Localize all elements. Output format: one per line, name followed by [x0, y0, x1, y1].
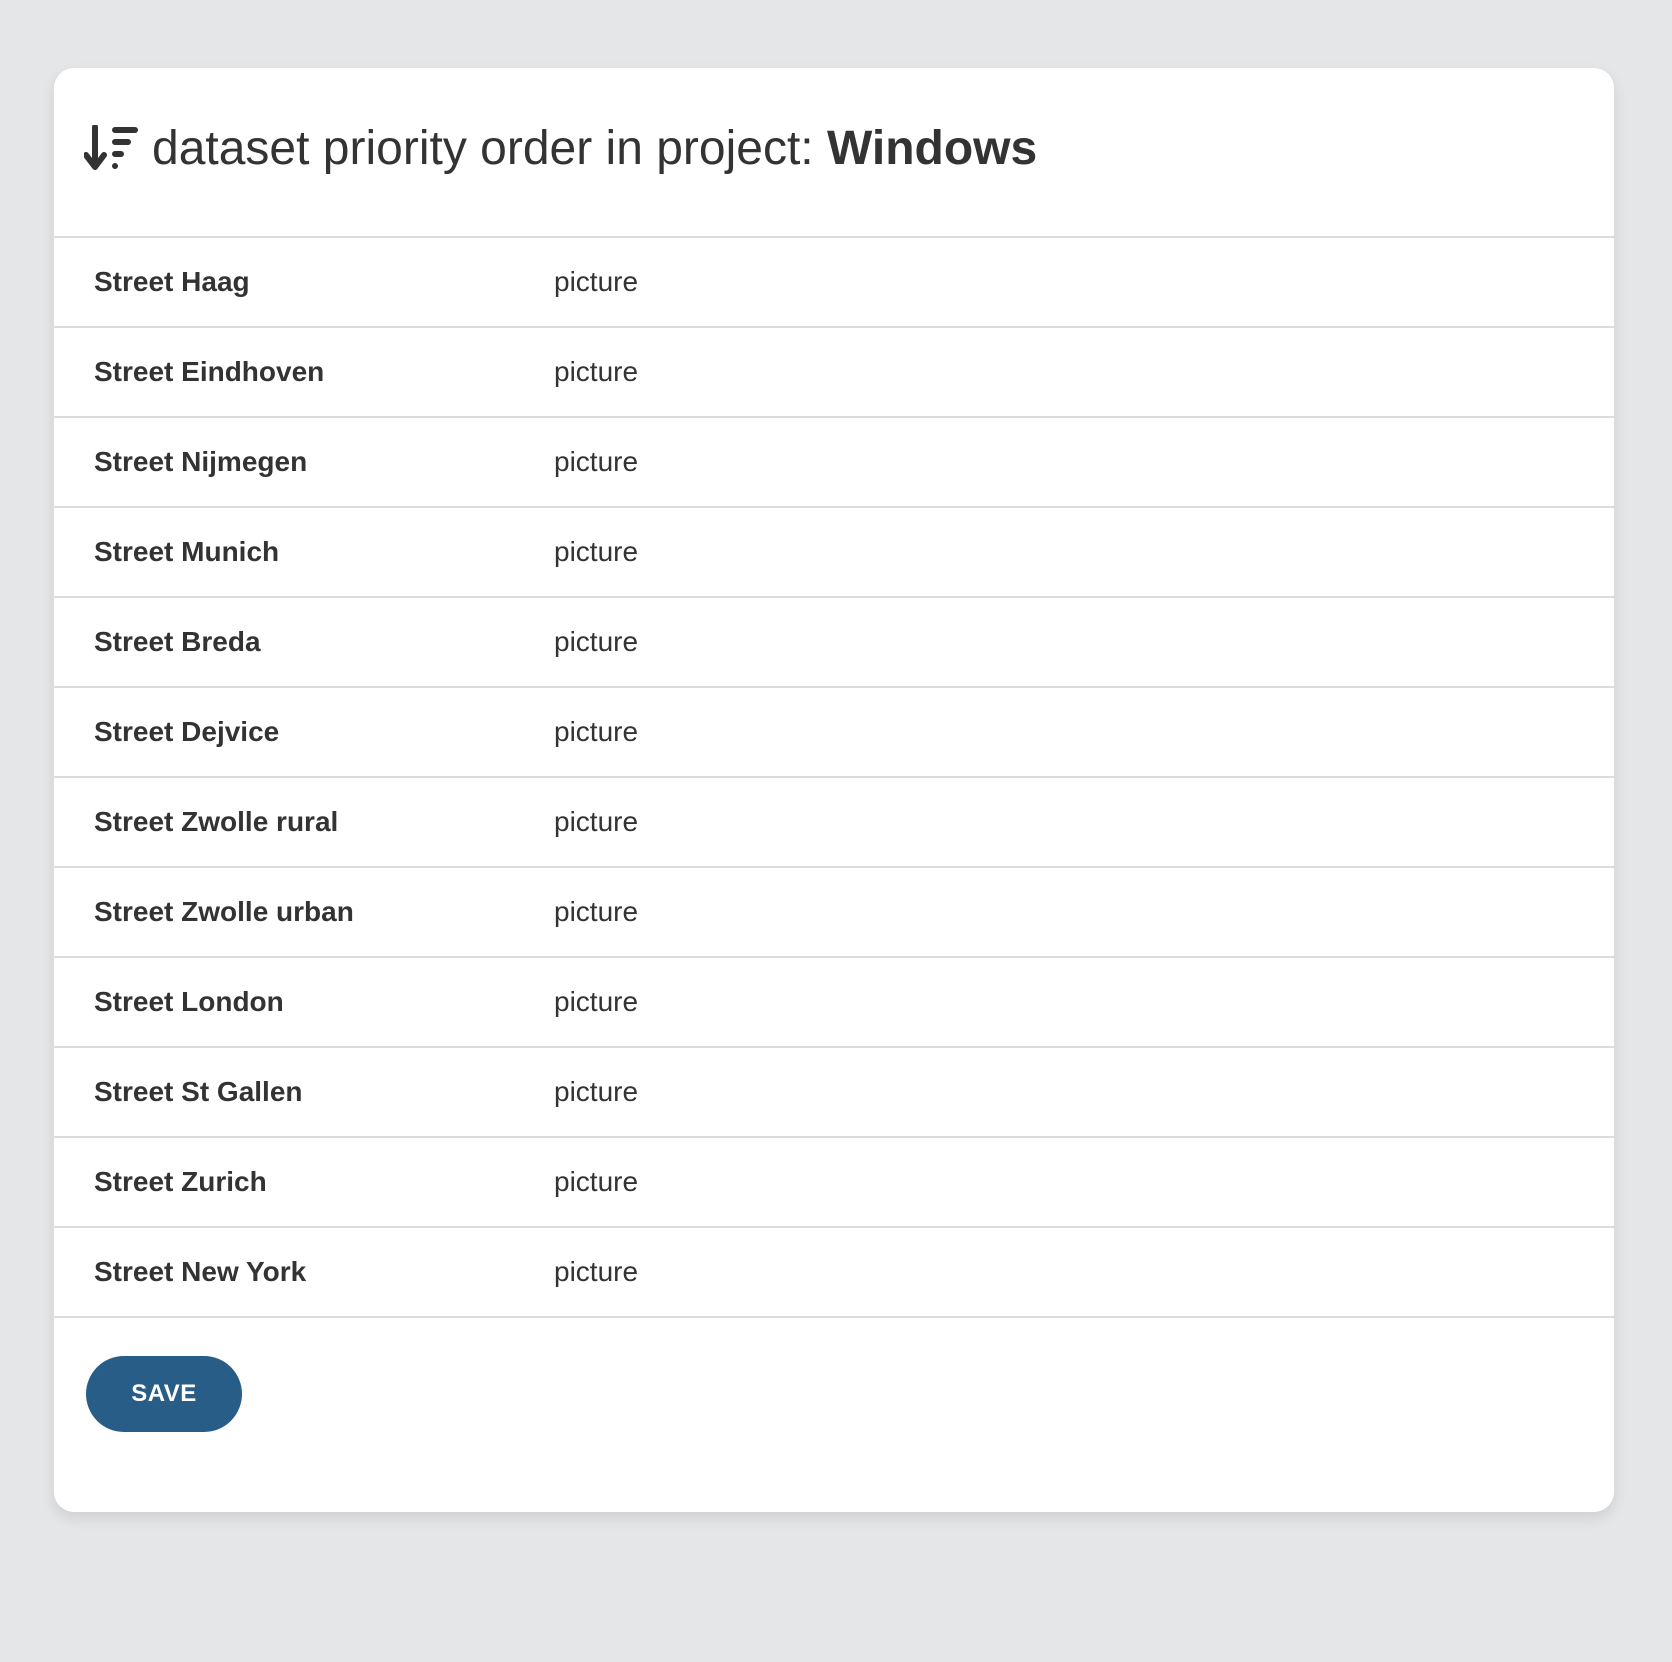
dataset-name: Street Zwolle urban: [94, 896, 354, 927]
dataset-name: Street Eindhoven: [94, 356, 325, 387]
dataset-row[interactable]: Street London picture: [54, 958, 1614, 1048]
dataset-name: Street London: [94, 986, 284, 1017]
dataset-name: Street Breda: [94, 626, 261, 657]
dataset-name: Street Munich: [94, 536, 280, 567]
dataset-name: Street St Gallen: [94, 1076, 303, 1107]
card-header: dataset priority order in project: Windo…: [54, 68, 1614, 238]
dataset-list: Street Haag picture Street Eindhoven pictur…: [54, 238, 1614, 1318]
dataset-row[interactable]: Street Nijmegen picture: [54, 418, 1614, 508]
dataset-row[interactable]: Street Dejvice picture: [54, 688, 1614, 778]
card-footer: SAVE: [54, 1292, 1614, 1512]
dataset-type: picture: [554, 1256, 639, 1287]
save-button[interactable]: SAVE: [86, 1356, 242, 1432]
dataset-type: picture: [554, 356, 639, 387]
dataset-row[interactable]: Street Breda picture: [54, 598, 1614, 688]
dataset-name: Street Haag: [94, 266, 250, 297]
sort-amount-down-icon: [84, 125, 138, 170]
dataset-type: picture: [554, 716, 639, 747]
dataset-row[interactable]: Street Eindhoven picture: [54, 328, 1614, 418]
dataset-type: picture: [554, 626, 639, 657]
dataset-type: picture: [554, 1076, 639, 1107]
dataset-name: Street Nijmegen: [94, 446, 308, 477]
dataset-row[interactable]: Street Zurich picture: [54, 1138, 1614, 1228]
dataset-type: picture: [554, 266, 639, 297]
dataset-type: picture: [554, 1166, 639, 1197]
dataset-type: picture: [554, 896, 639, 927]
dataset-name: Street Dejvice: [94, 716, 280, 747]
dataset-type: picture: [554, 806, 639, 837]
dataset-type: picture: [554, 986, 639, 1017]
dataset-name: Street Zwolle rural: [94, 806, 339, 837]
dataset-row[interactable]: Street St Gallen picture: [54, 1048, 1614, 1138]
page-title-prefix: dataset priority order in project:: [152, 121, 827, 175]
project-name: Windows: [826, 121, 1038, 175]
dataset-type: picture: [554, 536, 639, 567]
dataset-type: picture: [554, 446, 639, 477]
dataset-name: Street Zurich: [94, 1166, 267, 1197]
dataset-row[interactable]: Street Zwolle rural picture: [54, 778, 1614, 868]
page-title: dataset priority order in project: Windo…: [152, 121, 1037, 176]
dataset-row[interactable]: Street Haag picture: [54, 238, 1614, 328]
dataset-priority-card: dataset priority order in project: Windo…: [54, 68, 1614, 1512]
dataset-name: Street New York: [94, 1256, 307, 1287]
dataset-row[interactable]: Street Zwolle urban picture: [54, 868, 1614, 958]
dataset-row[interactable]: Street Munich picture: [54, 508, 1614, 598]
